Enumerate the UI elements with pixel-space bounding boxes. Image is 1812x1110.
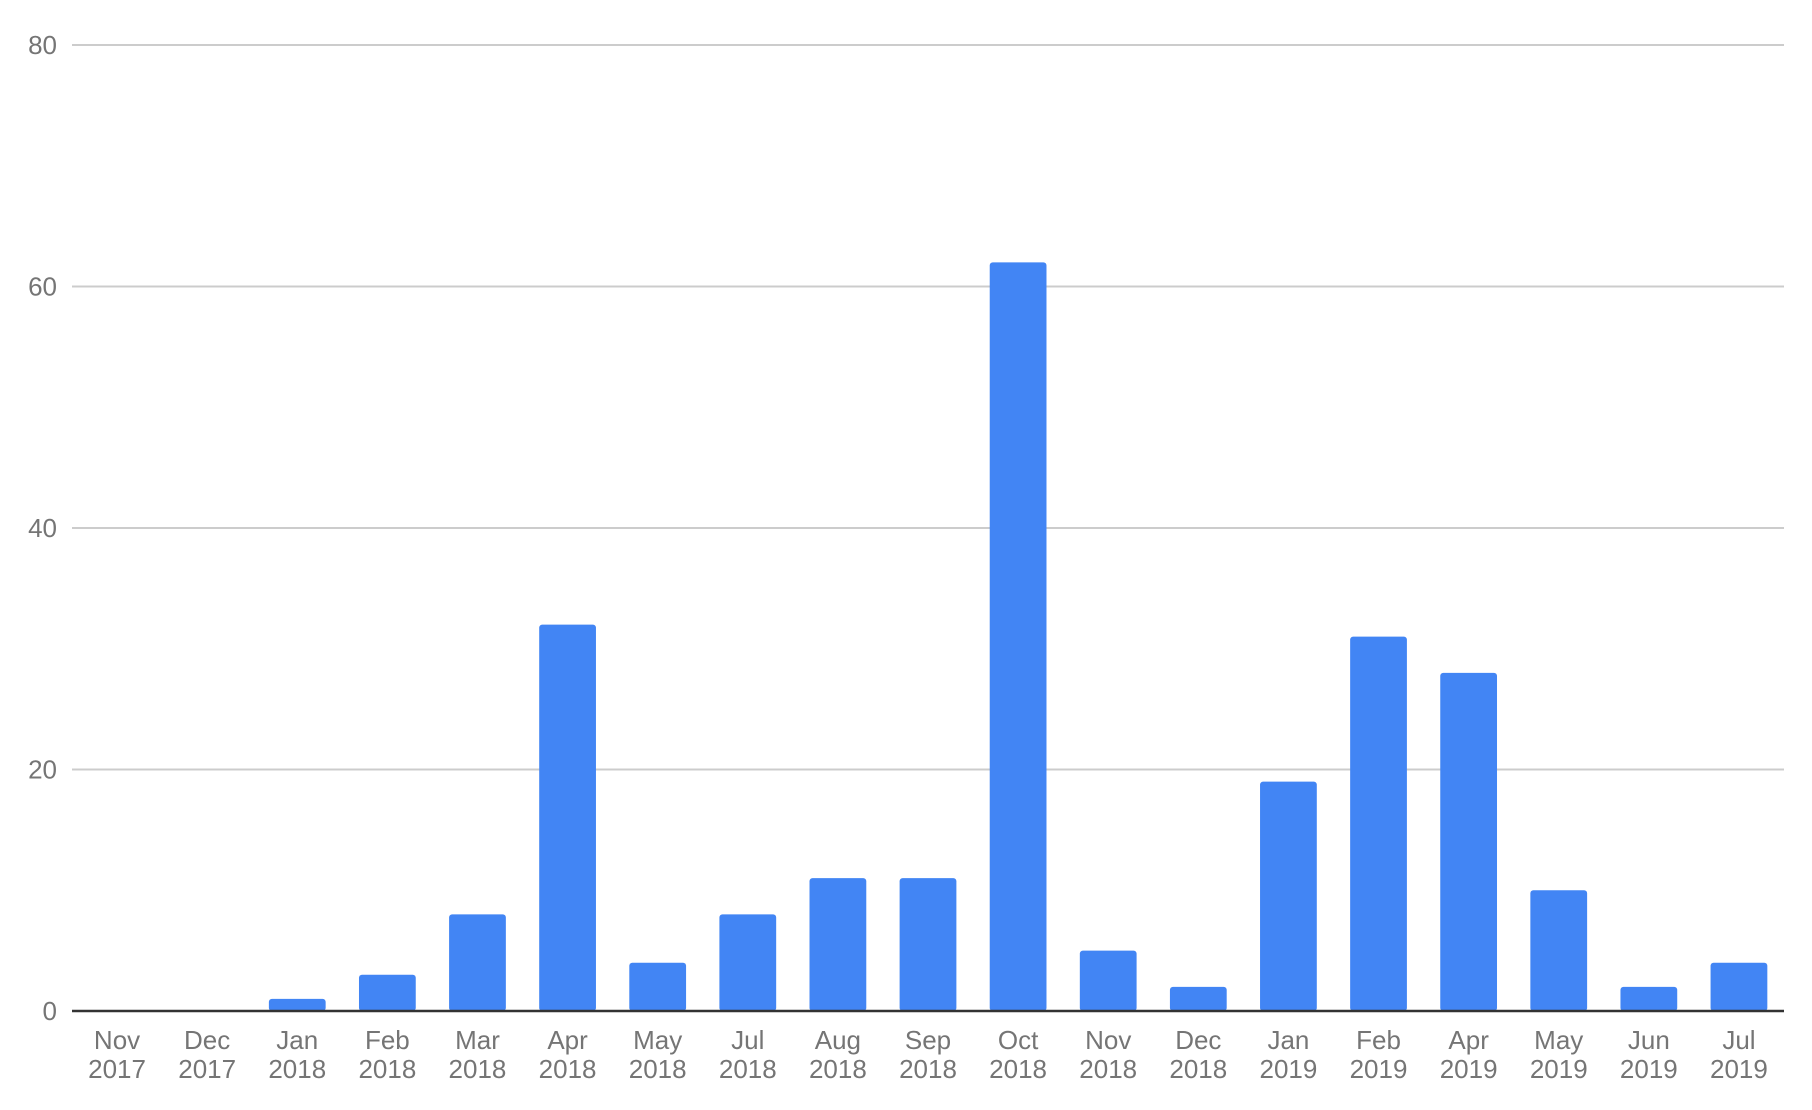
bar: [719, 914, 777, 1011]
x-tick-label-month: Feb: [365, 1025, 410, 1055]
bar: [1079, 950, 1137, 1011]
bar: [1530, 890, 1588, 1011]
bars: [268, 262, 1768, 1012]
bar: [989, 262, 1047, 1012]
bar: [539, 624, 596, 1011]
x-tick-label-month: Nov: [94, 1025, 140, 1055]
y-axis-ticks: 0 20 40 60 80: [28, 30, 57, 1026]
x-tick-label-month: Sep: [905, 1025, 951, 1055]
x-tick-label-month: Jan: [276, 1025, 318, 1055]
x-axis-ticks: Nov2017Dec2017Jan2018Feb2018Mar2018Apr20…: [88, 1025, 1768, 1084]
x-tick-label-month: Mar: [455, 1025, 500, 1055]
x-tick-label-year: 2018: [989, 1054, 1047, 1084]
bar: [629, 962, 687, 1011]
x-tick-label-year: 2018: [719, 1054, 777, 1084]
x-tick-label-month: Jan: [1267, 1025, 1309, 1055]
x-tick-label-year: 2018: [1079, 1054, 1137, 1084]
bar: [1169, 986, 1227, 1011]
x-tick-label-year: 2018: [809, 1054, 867, 1084]
bar: [899, 878, 957, 1011]
x-tick-label-year: 2019: [1530, 1054, 1588, 1084]
bar: [809, 878, 867, 1011]
x-tick-label-month: Apr: [547, 1025, 588, 1055]
x-tick-label-year: 2017: [88, 1054, 146, 1084]
bar: [1440, 672, 1498, 1011]
x-tick-label-year: 2018: [539, 1054, 597, 1084]
x-tick-label-year: 2018: [899, 1054, 957, 1084]
x-tick-label-year: 2018: [268, 1054, 326, 1084]
x-tick-label-month: Jul: [1722, 1025, 1755, 1055]
x-tick-label-year: 2018: [449, 1054, 507, 1084]
x-tick-label-year: 2019: [1620, 1054, 1678, 1084]
bar: [449, 914, 506, 1011]
x-tick-label-year: 2017: [178, 1054, 236, 1084]
x-tick-label-year: 2019: [1710, 1054, 1768, 1084]
x-tick-label-month: Oct: [998, 1025, 1039, 1055]
y-tick-label: 80: [28, 30, 57, 60]
bar: [268, 998, 326, 1011]
y-tick-label: 40: [28, 513, 57, 543]
bar: [1710, 962, 1768, 1011]
x-tick-label-month: May: [633, 1025, 682, 1055]
x-tick-label-year: 2018: [629, 1054, 687, 1084]
x-tick-label-year: 2019: [1259, 1054, 1317, 1084]
y-tick-label: 60: [28, 272, 57, 302]
bar: [1350, 636, 1407, 1011]
x-tick-label-month: Dec: [1175, 1025, 1221, 1055]
bar-chart: 020406080 Nov2017Dec2017Jan2018Feb2018Ma…: [28, 30, 1784, 1084]
x-tick-label-year: 2019: [1350, 1054, 1408, 1084]
x-tick-label-year: 2018: [1169, 1054, 1227, 1084]
x-tick-label-month: Nov: [1085, 1025, 1131, 1055]
x-tick-label-month: Aug: [815, 1025, 861, 1055]
x-tick-label-month: Dec: [184, 1025, 230, 1055]
x-tick-label-month: May: [1534, 1025, 1583, 1055]
bar: [358, 974, 416, 1011]
x-tick-label-month: Apr: [1448, 1025, 1489, 1055]
x-tick-label-month: Jun: [1628, 1025, 1670, 1055]
x-tick-label-year: 2018: [358, 1054, 416, 1084]
x-tick-label-month: Jul: [731, 1025, 764, 1055]
bar: [1620, 986, 1678, 1011]
bar: [1260, 781, 1317, 1011]
x-tick-label-year: 2019: [1440, 1054, 1498, 1084]
gridlines: [72, 44, 1784, 771]
x-tick-label-month: Feb: [1356, 1025, 1401, 1055]
y-tick-label: 20: [28, 755, 57, 785]
y-tick-label: 0: [43, 996, 57, 1026]
